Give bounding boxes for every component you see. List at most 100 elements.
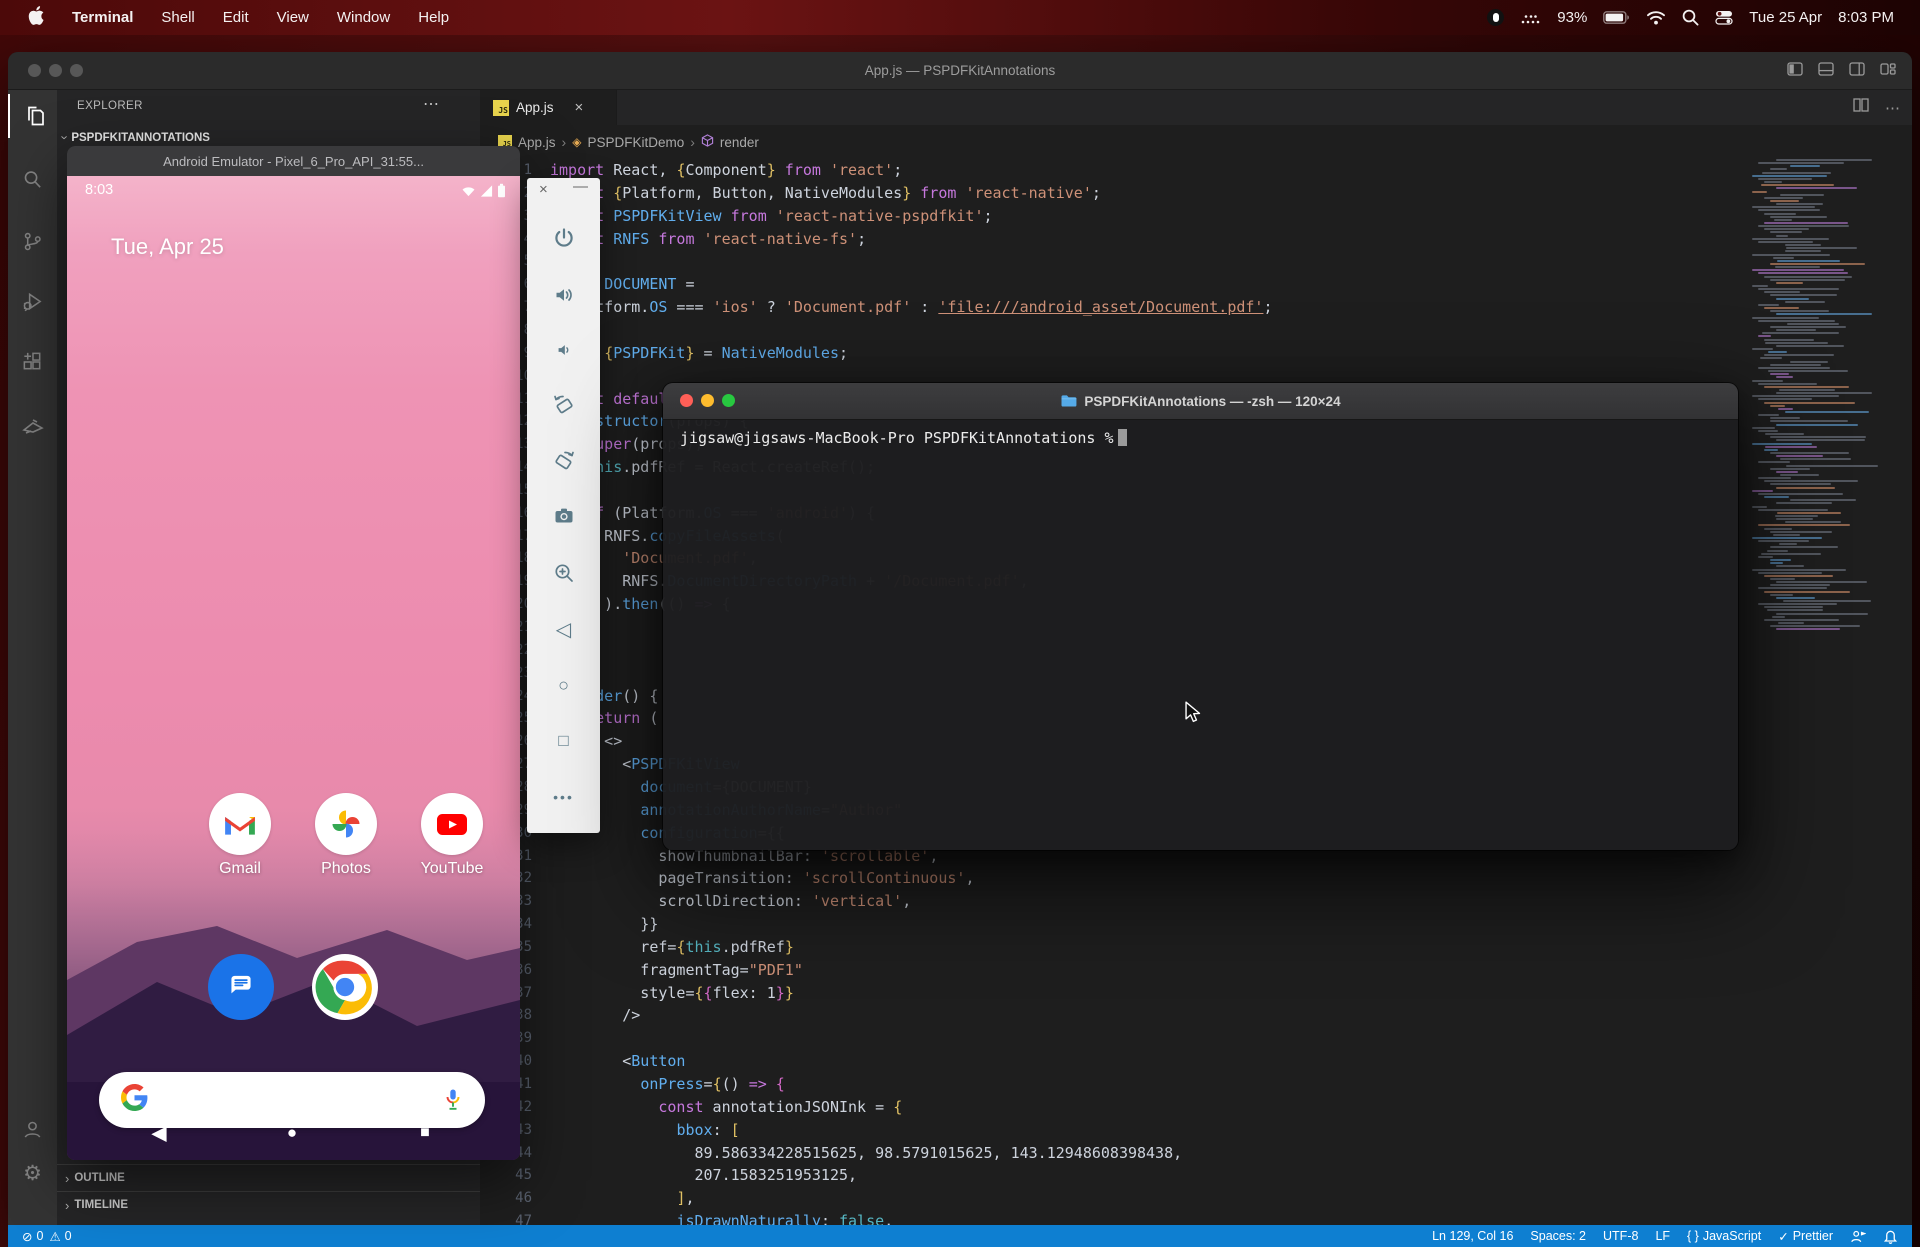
chrome-app-icon[interactable]	[312, 954, 378, 1020]
menu-shell[interactable]: Shell	[161, 9, 194, 26]
customize-layout-icon[interactable]	[1880, 62, 1896, 81]
code-line[interactable]: 1import React, {Component} from 'react';	[480, 159, 1912, 182]
code-line[interactable]: 41 onPress={() => {	[480, 1073, 1912, 1096]
toggle-secondary-sidebar-icon[interactable]	[1849, 62, 1865, 81]
settings-gear-icon[interactable]: ⚙	[8, 1151, 57, 1195]
problems-errors[interactable]: ⊘0	[22, 1229, 43, 1244]
rotate-left-icon[interactable]	[550, 391, 578, 419]
tab-appjs[interactable]: JS App.js ×	[480, 90, 617, 125]
feedback-icon[interactable]	[1850, 1229, 1866, 1244]
code-line[interactable]: 32 pageTransition: 'scrollContinuous',	[480, 867, 1912, 890]
toolbar-home-icon[interactable]: ○	[550, 671, 578, 699]
toolbar-back-icon[interactable]: ◁	[550, 615, 578, 643]
apple-logo-icon[interactable]	[28, 6, 44, 29]
outline-section[interactable]: ›OUTLINE	[57, 1164, 480, 1191]
explorer-more-icon[interactable]: ⋯	[423, 94, 439, 114]
code-line[interactable]: 42 const annotationJSONInk = {	[480, 1096, 1912, 1119]
power-icon[interactable]	[550, 224, 578, 252]
code-line[interactable]: 7 Platform.OS === 'ios' ? 'Document.pdf'…	[480, 296, 1912, 319]
code-line[interactable]: 36 fragmentTag="PDF1"	[480, 959, 1912, 982]
breadcrumb-method[interactable]: render	[720, 135, 759, 150]
vscode-titlebar[interactable]: App.js — PSPDFKitAnnotations	[8, 52, 1912, 90]
code-line[interactable]: 37 style={{flex: 1}}	[480, 982, 1912, 1005]
android-date-widget[interactable]: Tue, Apr 25	[111, 234, 224, 260]
nav-home-icon[interactable]: ●	[287, 1123, 297, 1143]
code-line[interactable]: 3import PSPDFKitView from 'react-native-…	[480, 205, 1912, 228]
code-line[interactable]: 33 scrollDirection: 'vertical',	[480, 890, 1912, 913]
messages-app-icon[interactable]	[208, 954, 274, 1020]
code-line[interactable]: 2import {Platform, Button, NativeModules…	[480, 182, 1912, 205]
photos-app-icon[interactable]	[315, 793, 377, 855]
menu-edit[interactable]: Edit	[223, 9, 249, 26]
language-mode[interactable]: { }JavaScript	[1687, 1229, 1761, 1243]
screenshot-camera-icon[interactable]	[550, 502, 578, 530]
code-line[interactable]: 5	[480, 250, 1912, 273]
code-line[interactable]: 39	[480, 1027, 1912, 1050]
code-line[interactable]: 44 89.586334228515625, 98.5791015625, 14…	[480, 1142, 1912, 1165]
volume-down-icon[interactable]	[550, 336, 578, 364]
code-line[interactable]: 43 bbox: [	[480, 1119, 1912, 1142]
code-line[interactable]: 47 isDrawnNaturally: false,	[480, 1210, 1912, 1225]
zoom-icon[interactable]	[550, 559, 578, 587]
menu-help[interactable]: Help	[418, 9, 449, 26]
emulator-titlebar[interactable]: Android Emulator - Pixel_6_Pro_API_31:55…	[67, 146, 520, 176]
rotate-right-icon[interactable]	[550, 447, 578, 475]
code-line[interactable]: 38 />	[480, 1004, 1912, 1027]
menu-view[interactable]: View	[277, 9, 309, 26]
timeline-section[interactable]: ›TIMELINE	[57, 1191, 480, 1218]
youtube-app-icon[interactable]	[421, 793, 483, 855]
toolbar-more-icon[interactable]: •••	[550, 783, 578, 811]
breadcrumb-class[interactable]: PSPDFKitDemo	[587, 135, 684, 150]
toggle-sidebar-icon[interactable]	[1787, 62, 1803, 81]
code-line[interactable]: 40 <Button	[480, 1050, 1912, 1073]
code-line[interactable]: 6const DOCUMENT =	[480, 273, 1912, 296]
source-control-icon[interactable]	[8, 219, 57, 263]
code-line[interactable]: 8	[480, 319, 1912, 342]
eol-sequence[interactable]: LF	[1655, 1229, 1670, 1243]
menubar-time[interactable]: 8:03 PM	[1838, 9, 1894, 26]
display-dots-icon[interactable]	[1520, 11, 1541, 25]
terminal-titlebar[interactable]: PSPDFKitAnnotations — -zsh — 120×24	[663, 383, 1738, 420]
search-icon[interactable]	[8, 157, 57, 201]
minimap[interactable]	[1750, 159, 1882, 639]
code-line[interactable]: 4import RNFS from 'react-native-fs';	[480, 228, 1912, 251]
nav-back-icon[interactable]: ◀	[151, 1121, 166, 1146]
menu-window[interactable]: Window	[337, 9, 390, 26]
search-icon[interactable]	[1682, 9, 1699, 26]
problems-warnings[interactable]: ⚠0	[49, 1229, 71, 1244]
pspdfkit-extension-icon[interactable]	[8, 404, 57, 448]
notifications-bell-icon[interactable]	[1883, 1228, 1898, 1244]
control-center-icon[interactable]	[1715, 9, 1733, 26]
screen-record-icon[interactable]	[1487, 9, 1504, 26]
run-debug-icon[interactable]	[8, 279, 57, 323]
volume-up-icon[interactable]	[550, 281, 578, 309]
account-icon[interactable]	[8, 1107, 57, 1151]
formatter-status[interactable]: ✓Prettier	[1778, 1229, 1833, 1244]
toolbar-overview-icon[interactable]: □	[550, 727, 578, 755]
menu-app-terminal[interactable]: Terminal	[72, 9, 133, 26]
code-line[interactable]: 45 207.1583251953125,	[480, 1164, 1912, 1187]
emulator-close-icon[interactable]: ×	[539, 181, 548, 198]
wifi-icon[interactable]	[1646, 10, 1666, 25]
code-line[interactable]: 46 ],	[480, 1187, 1912, 1210]
project-root-item[interactable]: ›PSPDFKITANNOTATIONS	[63, 130, 210, 145]
toggle-panel-icon[interactable]	[1818, 62, 1834, 81]
editor-more-actions-icon[interactable]: ⋯	[1885, 99, 1900, 117]
nav-overview-icon[interactable]: ■	[420, 1124, 430, 1142]
indentation[interactable]: Spaces: 2	[1530, 1229, 1586, 1243]
extensions-icon[interactable]	[8, 339, 57, 383]
terminal-content[interactable]: jigsaw@jigsaws-MacBook-Pro PSPDFKitAnnot…	[680, 429, 1728, 840]
code-line[interactable]: 35 ref={this.pdfRef}	[480, 936, 1912, 959]
cursor-position[interactable]: Ln 129, Col 16	[1432, 1229, 1513, 1243]
menubar-date[interactable]: Tue 25 Apr	[1749, 9, 1822, 26]
breadcrumb-file[interactable]: App.js	[518, 135, 556, 150]
emulator-minimize-icon[interactable]: —	[573, 178, 588, 195]
gmail-app-icon[interactable]	[209, 793, 271, 855]
split-editor-icon[interactable]	[1853, 98, 1869, 117]
code-line[interactable]: 9const {PSPDFKit} = NativeModules;	[480, 342, 1912, 365]
code-line[interactable]: 34 }}	[480, 913, 1912, 936]
emulator-screen[interactable]: 8:03 Tue, Apr 25 Gmail Photos YouTube	[67, 176, 520, 1160]
tab-close-icon[interactable]: ×	[575, 99, 584, 116]
encoding[interactable]: UTF-8	[1603, 1229, 1638, 1243]
explorer-icon[interactable]	[8, 94, 59, 138]
